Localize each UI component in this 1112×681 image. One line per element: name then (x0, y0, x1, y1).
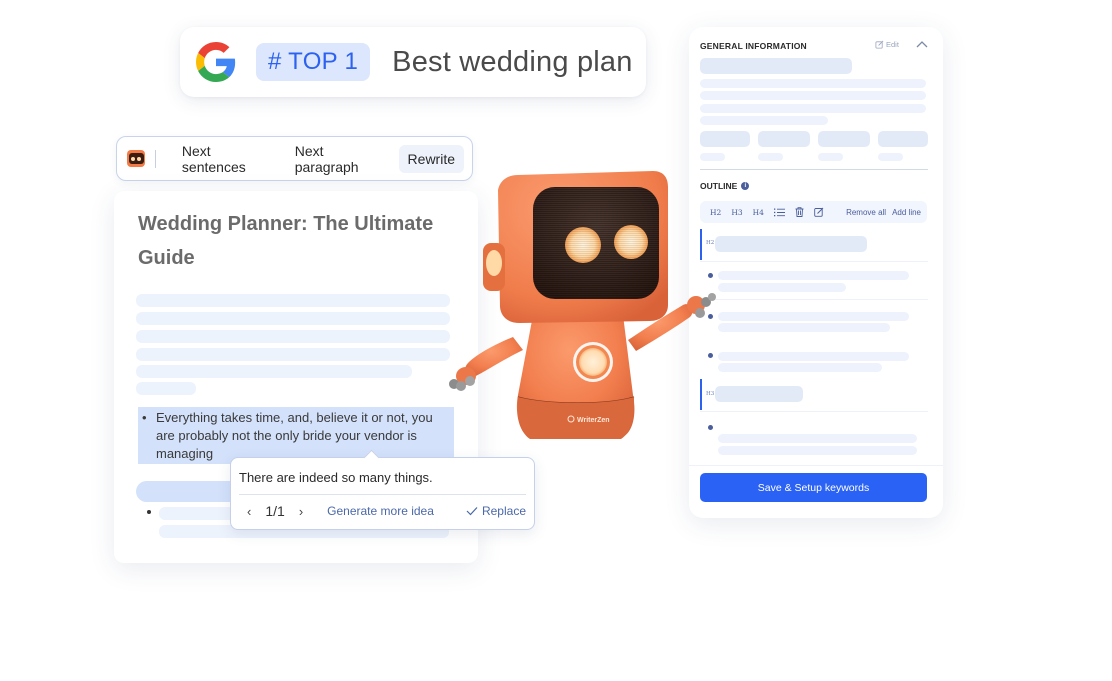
selected-bullet-text[interactable]: • Everything takes time, and, believe it… (142, 409, 444, 463)
generate-more-idea-button[interactable]: Generate more idea (327, 504, 434, 518)
check-icon (466, 507, 478, 516)
metric-placeholder (818, 131, 870, 147)
info-placeholder (700, 79, 926, 88)
rank-badge: # TOP 1 (256, 43, 371, 81)
chevron-left-icon[interactable]: ‹ (239, 504, 259, 519)
next-sentences-button[interactable]: Next sentences (173, 137, 278, 181)
replace-button[interactable]: Replace (466, 504, 526, 518)
suggestion-counter: 1/1 (265, 503, 285, 519)
trash-icon[interactable] (790, 207, 809, 217)
edit-icon (875, 40, 884, 49)
outline-bullet-placeholder[interactable] (718, 271, 909, 280)
rewrite-suggestion-popover: There are indeed so many things. ‹ 1/1 ›… (230, 457, 535, 530)
google-g-logo (196, 42, 236, 82)
outline-toolbar: H2 H3 H4 Remove all Add line (700, 201, 927, 223)
outline-bullet-placeholder[interactable] (718, 434, 917, 443)
save-setup-keywords-button[interactable]: Save & Setup keywords (700, 473, 927, 502)
outline-side-panel: GENERAL INFORMATION Edit OUTLINE i H2 H3… (689, 27, 943, 518)
remove-all-button[interactable]: Remove all (843, 208, 889, 217)
metric-label-placeholder (878, 153, 903, 161)
ai-writing-toolbar: Next sentences Next paragraph Rewrite (116, 136, 473, 181)
toolbar-divider (155, 149, 156, 168)
metric-placeholder (700, 131, 750, 147)
popover-divider (239, 494, 526, 495)
text-placeholder-line (136, 365, 412, 378)
section-divider (700, 169, 928, 170)
row-divider (700, 261, 928, 262)
metric-label-placeholder (700, 153, 725, 161)
chevron-right-icon[interactable]: › (291, 504, 311, 519)
document-title[interactable]: Wedding Planner: The Ultimate Guide (138, 207, 458, 275)
list-icon[interactable] (769, 208, 790, 217)
text-placeholder-line (136, 294, 450, 307)
next-paragraph-button[interactable]: Next paragraph (286, 137, 391, 181)
text-placeholder-line (136, 312, 450, 325)
metric-label-placeholder (758, 153, 783, 161)
outline-heading-placeholder[interactable] (715, 386, 803, 402)
add-h4-button[interactable]: H4 (748, 208, 769, 217)
chevron-up-icon[interactable] (915, 39, 929, 51)
bullet-dot (147, 510, 151, 514)
info-icon[interactable]: i (741, 182, 750, 190)
add-line-button[interactable]: Add line (889, 208, 924, 217)
writerzen-robot-mascot: WriterZen (449, 171, 716, 439)
outline-heading-placeholder[interactable] (715, 236, 867, 252)
edit-icon[interactable] (809, 207, 829, 217)
google-rank-card: # TOP 1 Best wedding plan (180, 27, 646, 97)
text-placeholder-line (136, 382, 196, 395)
suggestion-text: There are indeed so many things. (239, 470, 433, 485)
text-placeholder-line (136, 330, 450, 343)
writerzen-bot-icon[interactable] (127, 150, 145, 167)
outline-bullet-placeholder[interactable] (718, 352, 909, 361)
metric-label-placeholder (818, 153, 843, 161)
text-placeholder-line (136, 348, 450, 361)
info-placeholder (700, 58, 852, 74)
add-h3-button[interactable]: H3 (726, 208, 747, 217)
edit-general-info-button[interactable]: Edit (875, 40, 899, 49)
metric-placeholder (878, 131, 928, 147)
info-placeholder (700, 116, 828, 125)
metric-placeholder (758, 131, 810, 147)
ranked-keyword: Best wedding plan (392, 45, 633, 78)
robot-left-arm (449, 337, 523, 391)
outline-bullet-placeholder[interactable] (718, 323, 890, 332)
info-placeholder (700, 104, 926, 113)
row-divider (700, 299, 928, 300)
outline-bullet-placeholder[interactable] (718, 363, 882, 372)
outline-bullet-placeholder[interactable] (718, 312, 909, 321)
general-information-title: GENERAL INFORMATION (700, 41, 807, 51)
outline-bullet-placeholder[interactable] (718, 446, 917, 455)
info-placeholder (700, 91, 926, 100)
outline-bullet-placeholder[interactable] (718, 283, 846, 292)
panel-footer-divider (689, 465, 943, 466)
robot-brand-label: WriterZen (577, 417, 610, 424)
row-divider (700, 411, 928, 412)
